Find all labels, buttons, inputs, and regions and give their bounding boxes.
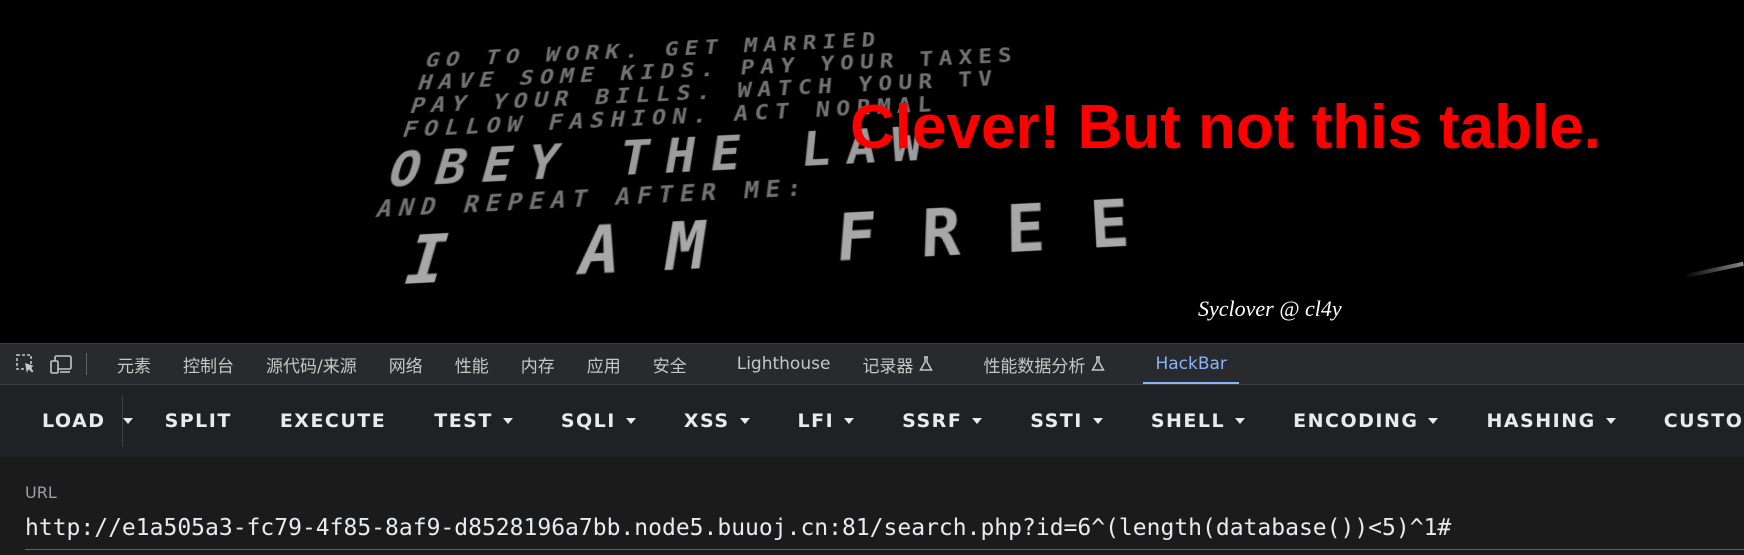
ssti-label: SSTI: [1030, 410, 1083, 432]
sqli-menu-button[interactable]: SQLI: [537, 385, 660, 457]
url-input[interactable]: [25, 511, 1725, 545]
tab-recorder[interactable]: 记录器: [846, 344, 949, 384]
tab-sources[interactable]: 源代码/来源: [250, 344, 373, 384]
experiment-flask-icon: [919, 356, 934, 372]
ssrf-menu-button[interactable]: SSRF: [878, 385, 1006, 457]
encoding-menu-button[interactable]: ENCODING: [1269, 385, 1462, 457]
tab-label: 性能数据分析: [983, 356, 1086, 377]
sqli-label: SQLI: [560, 410, 616, 432]
page-credit: Syclover @ cl4y: [1198, 296, 1342, 321]
tab-elements[interactable]: 元素: [101, 344, 167, 384]
tab-label: 元素: [117, 356, 151, 377]
inspect-element-icon[interactable]: [14, 352, 38, 376]
shell-menu-button[interactable]: SHELL: [1127, 385, 1269, 457]
load-label: LOAD: [42, 410, 106, 432]
tab-security[interactable]: 安全: [637, 344, 703, 384]
chevron-down-icon: [625, 418, 636, 424]
page-headline: Clever! But not this table.: [850, 93, 1601, 162]
tab-separator: [86, 353, 87, 375]
xss-menu-button[interactable]: XSS: [660, 385, 774, 457]
tab-performance-insights[interactable]: 性能数据分析: [967, 344, 1121, 384]
lfi-menu-button[interactable]: LFI: [774, 385, 879, 457]
tab-label: Lighthouse: [736, 354, 831, 374]
tab-application[interactable]: 应用: [571, 344, 637, 384]
split-label: SPLIT: [164, 410, 232, 432]
tab-hackbar[interactable]: HackBar: [1139, 344, 1242, 384]
chevron-down-icon: [844, 418, 855, 424]
lfi-label: LFI: [797, 410, 835, 432]
chevron-down-icon: [502, 418, 513, 424]
tab-network[interactable]: 网络: [373, 344, 439, 384]
tab-label: 网络: [388, 356, 423, 377]
tab-label: 控制台: [183, 356, 234, 377]
hashing-menu-button[interactable]: HASHING: [1462, 385, 1639, 457]
execute-label: EXECUTE: [279, 410, 387, 432]
url-panel: URL: [0, 457, 1744, 555]
tab-label: 记录器: [862, 356, 914, 377]
device-toolbar-icon[interactable]: [50, 352, 74, 376]
url-input-underline: [25, 549, 1744, 550]
tab-label: HackBar: [1155, 354, 1227, 374]
hackbar-toolbar: LOAD SPLIT EXECUTE TEST SQLI XSS LFI SSR…: [0, 385, 1744, 457]
ssrf-label: SSRF: [902, 410, 963, 432]
chevron-down-icon: [1235, 418, 1246, 424]
hashing-label: HASHING: [1486, 410, 1596, 432]
chevron-down-icon: [122, 418, 133, 424]
chevron-down-icon: [1428, 418, 1439, 424]
load-button[interactable]: LOAD: [0, 385, 122, 457]
url-field-label: URL: [25, 483, 57, 502]
tab-label: 内存: [520, 356, 555, 377]
ssti-menu-button[interactable]: SSTI: [1006, 385, 1127, 457]
tab-label: 安全: [652, 356, 687, 377]
chevron-down-icon: [972, 418, 983, 424]
devtools-tab-bar: 元素 控制台 源代码/来源 网络 性能 内存 应用 安全 Lighthouse …: [0, 343, 1744, 385]
tab-label: 性能: [454, 356, 489, 377]
chevron-down-icon: [739, 418, 750, 424]
encoding-label: ENCODING: [1293, 410, 1419, 432]
tab-lighthouse[interactable]: Lighthouse: [721, 344, 847, 384]
chevron-down-icon: [1605, 418, 1616, 424]
custom-menu-button[interactable]: CUSTOM: [1640, 385, 1744, 457]
tab-label: 源代码/来源: [266, 356, 357, 377]
background-poster-image: GO TO WORK. GET MARRIED HAVE SOME KIDS. …: [323, 0, 1744, 343]
tab-memory[interactable]: 内存: [505, 344, 571, 384]
load-dropdown-toggle[interactable]: [121, 395, 133, 447]
tab-performance[interactable]: 性能: [439, 344, 505, 384]
test-label: TEST: [434, 410, 493, 432]
tab-label: 应用: [586, 356, 621, 377]
test-menu-button[interactable]: TEST: [410, 385, 537, 457]
web-page-viewport: GO TO WORK. GET MARRIED HAVE SOME KIDS. …: [0, 0, 1744, 343]
custom-label: CUSTOM: [1663, 410, 1744, 432]
xss-label: XSS: [683, 410, 730, 432]
shell-label: SHELL: [1150, 410, 1226, 432]
chevron-down-icon: [1092, 418, 1103, 424]
execute-button[interactable]: EXECUTE: [256, 385, 410, 457]
split-button[interactable]: SPLIT: [141, 385, 256, 457]
tab-console[interactable]: 控制台: [167, 344, 250, 384]
experiment-flask-icon: [1091, 356, 1106, 372]
